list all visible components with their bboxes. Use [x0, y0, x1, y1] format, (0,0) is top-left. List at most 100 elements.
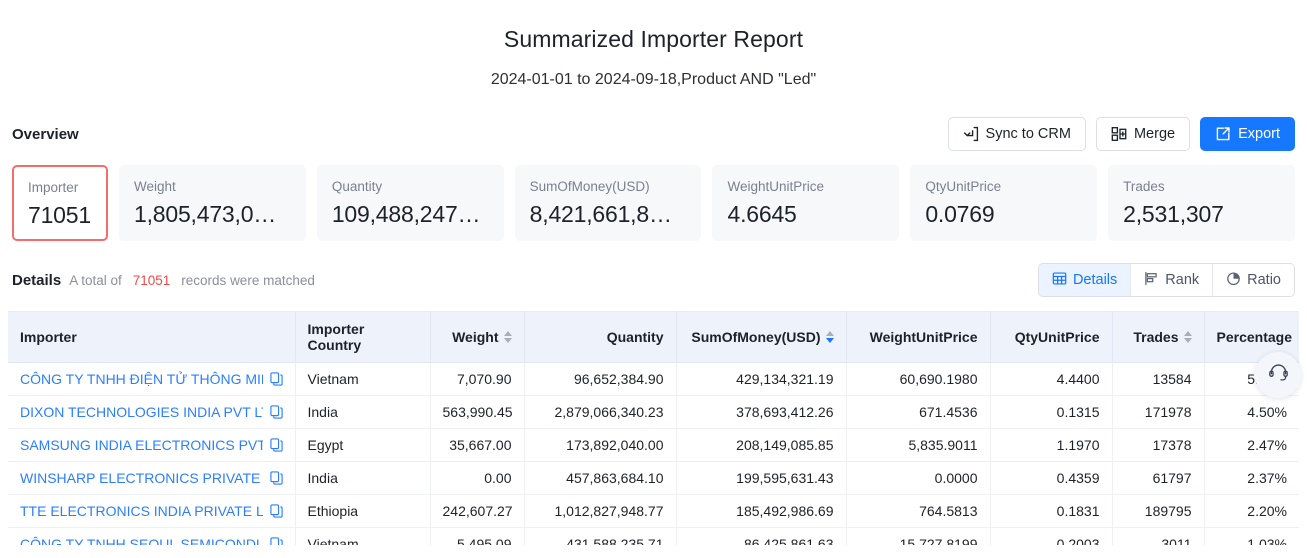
col-importer-country-label: Importer Country — [307, 321, 365, 353]
table-icon — [1052, 271, 1067, 290]
cell-importer-country: India — [295, 395, 431, 429]
support-button[interactable] — [1255, 352, 1301, 398]
cell-weight: 35,667.00 — [430, 428, 525, 462]
cell-trades: 17378 — [1112, 428, 1205, 462]
importer-cell-inner: CÔNG TY TNHH ĐIỆN TỬ THÔNG MIN — [20, 371, 283, 387]
table-row[interactable]: DIXON TECHNOLOGIES INDIA PVT LTI India 563… — [8, 395, 1299, 429]
importer-link[interactable]: TTE ELECTRONICS INDIA PRIVATE LIM — [20, 503, 263, 519]
table-header-row: Importer Importer Country Weight Quantit… — [8, 312, 1299, 363]
col-percentage-label: Percentage — [1216, 329, 1292, 345]
col-importer[interactable]: Importer — [8, 312, 296, 363]
cell-importer: CÔNG TY TNHH ĐIỆN TỬ THÔNG MIN — [8, 362, 296, 396]
bar-chart-icon — [1144, 271, 1159, 290]
cell-qtyunitprice: 4.4400 — [990, 362, 1113, 396]
export-icon — [1215, 126, 1231, 142]
table-row[interactable]: CÔNG TY TNHH ĐIỆN TỬ THÔNG MIN Vietnam 7,0… — [8, 362, 1299, 396]
stat-card-label: WeightUnitPrice — [727, 179, 825, 194]
stat-card-label: Quantity — [331, 179, 383, 194]
tab-rank[interactable]: Rank — [1131, 264, 1214, 296]
stat-card-quantity[interactable]: Quantity 109,488,247… — [316, 165, 504, 241]
overview-label: Overview — [12, 125, 79, 143]
table-row[interactable]: TTE ELECTRONICS INDIA PRIVATE LIM Ethiopi… — [8, 494, 1299, 528]
cell-importer: CÔNG TY TNHH SEOUL SEMICONDUC — [8, 527, 296, 545]
importer-link[interactable]: WINSHARP ELECTRONICS PRIVATE LI — [20, 470, 263, 486]
stat-card-sumofmoney[interactable]: SumOfMoney(USD) 8,421,661,8… — [514, 165, 702, 241]
results-table-container[interactable]: Importer Importer Country Weight Quantit… — [8, 311, 1299, 545]
tab-ratio[interactable]: Ratio — [1213, 264, 1294, 296]
cell-sumofmoney: 378,693,412.26 — [676, 395, 847, 429]
importer-link[interactable]: CÔNG TY TNHH SEOUL SEMICONDUC — [20, 536, 263, 545]
copy-icon[interactable] — [269, 438, 283, 452]
col-importer-country[interactable]: Importer Country — [295, 312, 431, 363]
col-sumofmoney[interactable]: SumOfMoney(USD) — [676, 312, 847, 363]
stat-card-importer[interactable]: Importer 71051 — [12, 165, 108, 241]
importer-link[interactable]: DIXON TECHNOLOGIES INDIA PVT LTI — [20, 404, 263, 420]
importer-link[interactable]: SAMSUNG INDIA ELECTRONICS PVT I — [20, 437, 263, 453]
stat-card-qtyunitprice[interactable]: QtyUnitPrice 0.0769 — [910, 165, 1098, 241]
copy-icon[interactable] — [269, 372, 283, 386]
copy-icon[interactable] — [269, 471, 283, 485]
importer-cell-inner: TTE ELECTRONICS INDIA PRIVATE LIM — [20, 503, 283, 519]
sort-weight-icon[interactable] — [503, 331, 512, 343]
table-body: CÔNG TY TNHH ĐIỆN TỬ THÔNG MIN Vietnam 7,0… — [8, 362, 1299, 545]
export-button[interactable]: Export — [1200, 117, 1295, 151]
table-row[interactable]: CÔNG TY TNHH SEOUL SEMICONDUC Vietnam 5,49… — [8, 527, 1299, 545]
sync-to-crm-icon — [963, 126, 979, 142]
toolbar: Sync to CRM Merge Export — [947, 117, 1295, 151]
cell-sumofmoney: 429,134,321.19 — [676, 362, 847, 396]
view-mode-switch: Details Rank Ratio — [1037, 263, 1295, 297]
col-quantity-label: Quantity — [606, 329, 664, 345]
cell-qtyunitprice: 0.1315 — [990, 395, 1113, 429]
cell-quantity: 2,879,066,340.23 — [524, 395, 677, 429]
cell-weightunitprice: 0.0000 — [846, 461, 991, 495]
importer-link[interactable]: CÔNG TY TNHH ĐIỆN TỬ THÔNG MIN — [20, 371, 263, 387]
cell-sumofmoney: 185,492,986.69 — [676, 494, 847, 528]
stat-card-label: Weight — [134, 179, 176, 194]
copy-icon[interactable] — [269, 537, 283, 545]
stat-card-weight[interactable]: Weight 1,805,473,0… — [119, 165, 306, 241]
stat-card-trades[interactable]: Trades 2,531,307 — [1108, 165, 1295, 241]
details-title: Details — [12, 271, 62, 289]
col-quantity[interactable]: Quantity — [524, 312, 677, 363]
cell-trades: 61797 — [1112, 461, 1205, 495]
sort-sumofmoney-icon[interactable] — [825, 331, 834, 343]
stat-card-value: 4.6645 — [727, 201, 797, 227]
col-weight[interactable]: Weight — [430, 312, 525, 363]
sort-trades-icon[interactable] — [1183, 331, 1192, 343]
tab-details-label: Details — [1072, 272, 1118, 288]
stat-card-label: QtyUnitPrice — [925, 179, 1002, 194]
table-row[interactable]: WINSHARP ELECTRONICS PRIVATE LI India 0.00… — [8, 461, 1299, 495]
cell-trades: 13584 — [1112, 362, 1205, 396]
sync-to-crm-button[interactable]: Sync to CRM — [947, 117, 1086, 151]
cell-importer-country: Egypt — [295, 428, 431, 462]
cell-weightunitprice: 764.5813 — [846, 494, 991, 528]
col-weightunitprice[interactable]: WeightUnitPrice — [846, 312, 991, 363]
cell-importer-country: India — [295, 461, 431, 495]
merge-icon — [1111, 126, 1127, 142]
cell-importer: DIXON TECHNOLOGIES INDIA PVT LTI — [8, 395, 296, 429]
stat-cards: Importer 71051 Weight 1,805,473,0… Quant… — [8, 165, 1299, 241]
cell-weight: 242,607.27 — [430, 494, 525, 528]
merge-button[interactable]: Merge — [1095, 117, 1191, 151]
col-trades[interactable]: Trades — [1112, 312, 1205, 363]
cell-percentage: 2.37% — [1204, 461, 1299, 495]
stat-card-weightunitprice[interactable]: WeightUnitPrice 4.6645 — [712, 165, 900, 241]
table-row[interactable]: SAMSUNG INDIA ELECTRONICS PVT I Egypt 35,6… — [8, 428, 1299, 462]
col-trades-label: Trades — [1133, 329, 1179, 345]
details-summary: Details A total of 71051 records were ma… — [12, 272, 315, 289]
cell-weightunitprice: 60,690.1980 — [846, 362, 991, 396]
cell-percentage: 1.03% — [1204, 527, 1299, 545]
cell-trades: 171978 — [1112, 395, 1205, 429]
col-sumofmoney-label: SumOfMoney(USD) — [691, 329, 821, 345]
cell-percentage: 2.20% — [1204, 494, 1299, 528]
col-qtyunitprice[interactable]: QtyUnitPrice — [990, 312, 1113, 363]
details-bar: Details A total of 71051 records were ma… — [8, 263, 1299, 297]
stat-card-label: SumOfMoney(USD) — [529, 179, 650, 194]
copy-icon[interactable] — [269, 405, 283, 419]
cell-weight: 5,495.09 — [430, 527, 525, 545]
cell-weightunitprice: 671.4536 — [846, 395, 991, 429]
copy-icon[interactable] — [269, 504, 283, 518]
cell-quantity: 96,652,384.90 — [524, 362, 677, 396]
overview-bar: Overview Sync to CRM Merge Export — [8, 117, 1299, 151]
tab-details[interactable]: Details — [1038, 264, 1132, 296]
